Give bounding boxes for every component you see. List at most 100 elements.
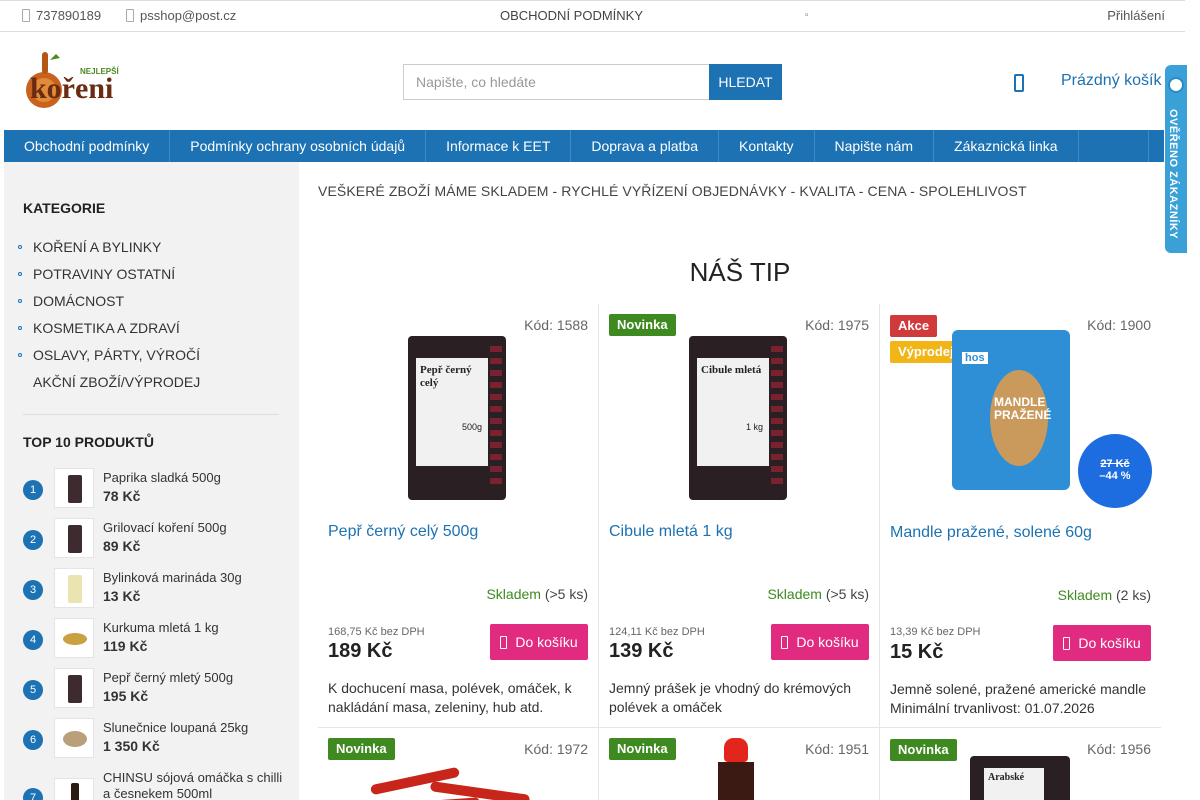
cart-icon (500, 635, 508, 649)
category-item[interactable]: POTRAVINY OSTATNÍ (18, 265, 200, 292)
category-item[interactable]: KOŘENÍ A BYLINKY (18, 238, 200, 265)
nav-contacts[interactable]: Kontakty (719, 130, 815, 162)
product-card: Novinka Kód: 1972 (318, 728, 599, 800)
dropdown-icon[interactable]: ▫ (805, 10, 809, 21)
search-input[interactable] (403, 64, 709, 100)
product-image[interactable]: Cibule mletá 1 kg (689, 336, 787, 500)
product-name[interactable]: Slunečnice loupaná 25kg (103, 720, 283, 736)
nav-customer-line[interactable]: Zákaznická linka (934, 130, 1079, 162)
mail-icon (126, 9, 134, 22)
nav-write-us[interactable]: Napište nám (815, 130, 935, 162)
product-description: Jemně solené, pražené americké mandle Mi… (890, 681, 1147, 716)
top-product-item[interactable]: 5 Pepř černý mletý 500g 195 Kč (23, 668, 283, 718)
product-name[interactable]: Pepř černý mletý 500g (103, 670, 283, 686)
product-image[interactable] (360, 756, 550, 800)
nav-shipping[interactable]: Doprava a platba (571, 130, 720, 162)
product-image[interactable] (710, 738, 762, 800)
product-price: 78 Kč (103, 488, 141, 504)
bullet-icon (18, 272, 22, 276)
product-price: 15 Kč (890, 641, 944, 663)
product-name[interactable]: Kurkuma mletá 1 kg (103, 620, 283, 636)
rank-badge: 5 (23, 680, 43, 700)
phone-number: 737890189 (36, 8, 102, 23)
add-to-cart-button[interactable]: Do košíku (490, 624, 588, 660)
product-name[interactable]: Bylinková marináda 30g (103, 570, 283, 586)
product-price: 189 Kč (328, 640, 393, 662)
add-to-cart-button[interactable]: Do košíku (1053, 625, 1151, 661)
add-to-cart-button[interactable]: Do košíku (771, 624, 869, 660)
package-label: Pepř černý celý (420, 364, 472, 389)
product-code: Kód: 1975 (805, 317, 869, 333)
top-product-item[interactable]: 6 Slunečnice loupaná 25kg 1 350 Kč (23, 718, 283, 768)
bullet-icon (18, 353, 22, 357)
cart-link[interactable]: Prázdný košík (1061, 72, 1161, 90)
email-contact[interactable]: psshop@post.cz (126, 8, 236, 23)
product-name-link[interactable]: Mandle pražené, solené 60g (890, 524, 1152, 542)
package-label: Arabské (984, 768, 1044, 800)
product-thumbnail[interactable] (54, 618, 94, 658)
rank-badge: 3 (23, 580, 43, 600)
product-image[interactable]: hos MANDLE PRAŽENÉ (952, 330, 1070, 490)
new-badge: Novinka (890, 739, 957, 761)
original-price: 27 Kč (1100, 458, 1130, 470)
product-thumbnail[interactable] (54, 668, 94, 708)
product-price: 89 Kč (103, 538, 141, 554)
category-item[interactable]: DOMÁCNOST (18, 292, 200, 319)
top-product-item[interactable]: 1 Paprika sladká 500g 78 Kč (23, 468, 283, 518)
search-button[interactable]: HLEDAT (709, 64, 782, 100)
product-thumbnail[interactable] (54, 568, 94, 608)
product-description: Jemný prášek je vhodný do krémových polé… (609, 680, 851, 715)
product-thumbnail[interactable] (54, 518, 94, 558)
top-products-list: 1 Paprika sladká 500g 78 Kč 2 Grilovací … (23, 468, 283, 800)
product-card: Kód: 1588 Pepř černý celý 500g Pepř černý… (318, 304, 599, 728)
nav-eet[interactable]: Informace k EET (426, 130, 572, 162)
product-name[interactable]: Grilovací koření 500g (103, 520, 283, 536)
product-price: 13 Kč (103, 588, 141, 604)
nav-more[interactable] (1148, 130, 1164, 162)
site-logo[interactable]: NEJLEPŠÍ kořeni (22, 48, 132, 112)
rank-badge: 2 (23, 530, 43, 550)
package-weight: 1 kg (745, 422, 763, 432)
phone-contact[interactable]: 737890189 (22, 8, 101, 23)
product-description: K dochucení masa, polévek, omáček, k nak… (328, 680, 572, 715)
nav-privacy[interactable]: Podmínky ochrany osobních údajů (170, 130, 427, 162)
product-thumbnail[interactable] (54, 718, 94, 758)
top-product-item[interactable]: 3 Bylinková marináda 30g 13 Kč (23, 568, 283, 618)
stock-status: Skladem (>5 ks) (767, 586, 869, 602)
product-name-link[interactable]: Cibule mletá 1 kg (609, 523, 871, 541)
top-product-item[interactable]: 2 Grilovací koření 500g 89 Kč (23, 518, 283, 568)
product-image[interactable]: Arabské (970, 756, 1070, 800)
cart-icon[interactable] (1014, 74, 1024, 92)
category-item[interactable]: KOSMETIKA A ZDRAVÍ (18, 319, 200, 346)
product-code: Kód: 1972 (524, 741, 588, 757)
product-name[interactable]: Paprika sladká 500g (103, 470, 283, 486)
terms-link[interactable]: OBCHODNÍ PODMÍNKY (500, 8, 643, 23)
category-item[interactable]: AKČNÍ ZBOŽÍ/VÝPRODEJ (18, 373, 200, 400)
top-product-item[interactable]: 7 CHINSU sójová omáčka s chilli a česnek… (23, 768, 283, 800)
verified-label: OVĚŘENO ZÁKAZNÍKY (1167, 109, 1179, 240)
product-price: 139 Kč (609, 640, 674, 662)
price-without-vat: 124,11 Kč bez DPH (609, 626, 705, 638)
product-name-link[interactable]: Pepř černý celý 500g (328, 523, 590, 541)
nav-terms[interactable]: Obchodní podmínky (4, 130, 171, 162)
search-bar: HLEDAT (403, 64, 782, 100)
top-bar: 737890189 psshop@post.cz OBCHODNÍ PODMÍN… (0, 0, 1185, 32)
main-nav: Obchodní podmínky Podmínky ochrany osobn… (4, 130, 1164, 162)
new-badge: Novinka (609, 738, 676, 760)
product-code: Kód: 1588 (524, 317, 588, 333)
discount-badge: 27 Kč –44 % (1078, 434, 1152, 508)
product-thumbnail[interactable] (54, 778, 94, 800)
product-name[interactable]: CHINSU sójová omáčka s chilli a česnekem… (103, 770, 283, 800)
product-card: Akce Výprodej Kód: 1900 hos MANDLE PRAŽE… (880, 304, 1161, 728)
rank-badge: 4 (23, 630, 43, 650)
category-item[interactable]: OSLAVY, PÁRTY, VÝROČÍ (18, 346, 200, 373)
product-card: Novinka Kód: 1956 Arabské (880, 728, 1161, 800)
rank-badge: 7 (23, 788, 43, 800)
login-link[interactable]: Přihlášení (1107, 8, 1165, 23)
top-product-item[interactable]: 4 Kurkuma mletá 1 kg 119 Kč (23, 618, 283, 668)
price-without-vat: 168,75 Kč bez DPH (328, 626, 425, 638)
product-thumbnail[interactable] (54, 468, 94, 508)
verified-by-customers-badge[interactable]: OVĚŘENO ZÁKAZNÍKY (1165, 65, 1187, 253)
product-image[interactable]: Pepř černý celý 500g (408, 336, 506, 500)
product-price: 119 Kč (103, 638, 148, 654)
